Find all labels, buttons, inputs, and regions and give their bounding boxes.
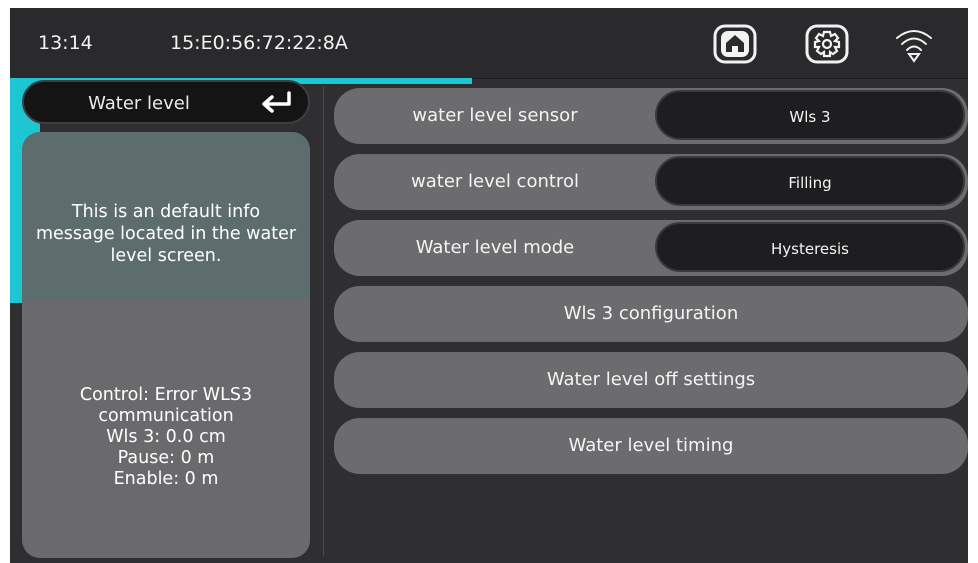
status-readout: Control: Error WLS3 communication Wls 3:…	[32, 385, 300, 490]
setting-water-level-mode[interactable]: Water level mode Hysteresis	[334, 220, 968, 276]
left-panel: Water level This is an default info mess…	[22, 80, 310, 558]
status-line: Control: Error WLS3	[79, 385, 253, 405]
setting-water-level-sensor[interactable]: water level sensor Wls 3	[334, 88, 968, 144]
wls-configuration-button[interactable]: Wls 3 configuration	[334, 286, 968, 342]
screen-title: Water level	[88, 93, 190, 114]
water-level-timing-button[interactable]: Water level timing	[334, 418, 968, 474]
water-level-off-settings-button[interactable]: Water level off settings	[334, 352, 968, 408]
setting-water-level-control[interactable]: water level control Filling	[334, 154, 968, 210]
info-card: This is an default info message located …	[22, 132, 310, 558]
device-id: 15:E0:56:72:22:8A	[170, 32, 348, 54]
setting-label: Water level mode	[415, 237, 575, 258]
button-label: Water level off settings	[546, 369, 756, 390]
clock: 13:14	[38, 32, 93, 54]
status-line: Pause: 0 m	[117, 448, 215, 468]
return-arrow-icon	[262, 91, 291, 113]
status-line: communication	[98, 406, 234, 426]
panel-divider	[323, 86, 324, 556]
device-screen: 13:14 15:E0:56:72:22:8A Water level This…	[10, 8, 968, 563]
top-bar: 13:14 15:E0:56:72:22:8A	[10, 8, 968, 79]
gear-icon[interactable]	[805, 24, 849, 64]
setting-value[interactable]: Wls 3	[655, 90, 965, 140]
setting-value[interactable]: Hysteresis	[655, 222, 965, 272]
button-label: Water level timing	[568, 435, 734, 456]
status-line: Enable: 0 m	[113, 469, 219, 489]
setting-label: water level control	[411, 171, 579, 192]
back-button[interactable]: Water level	[22, 80, 310, 124]
info-message: This is an default info message located …	[35, 202, 297, 266]
status-line: Wls 3: 0.0 cm	[106, 427, 226, 447]
setting-label: water level sensor	[412, 105, 578, 126]
wifi-icon[interactable]	[892, 24, 936, 64]
button-label: Wls 3 configuration	[563, 303, 739, 324]
setting-value[interactable]: Filling	[655, 156, 965, 206]
home-icon[interactable]	[713, 24, 757, 64]
